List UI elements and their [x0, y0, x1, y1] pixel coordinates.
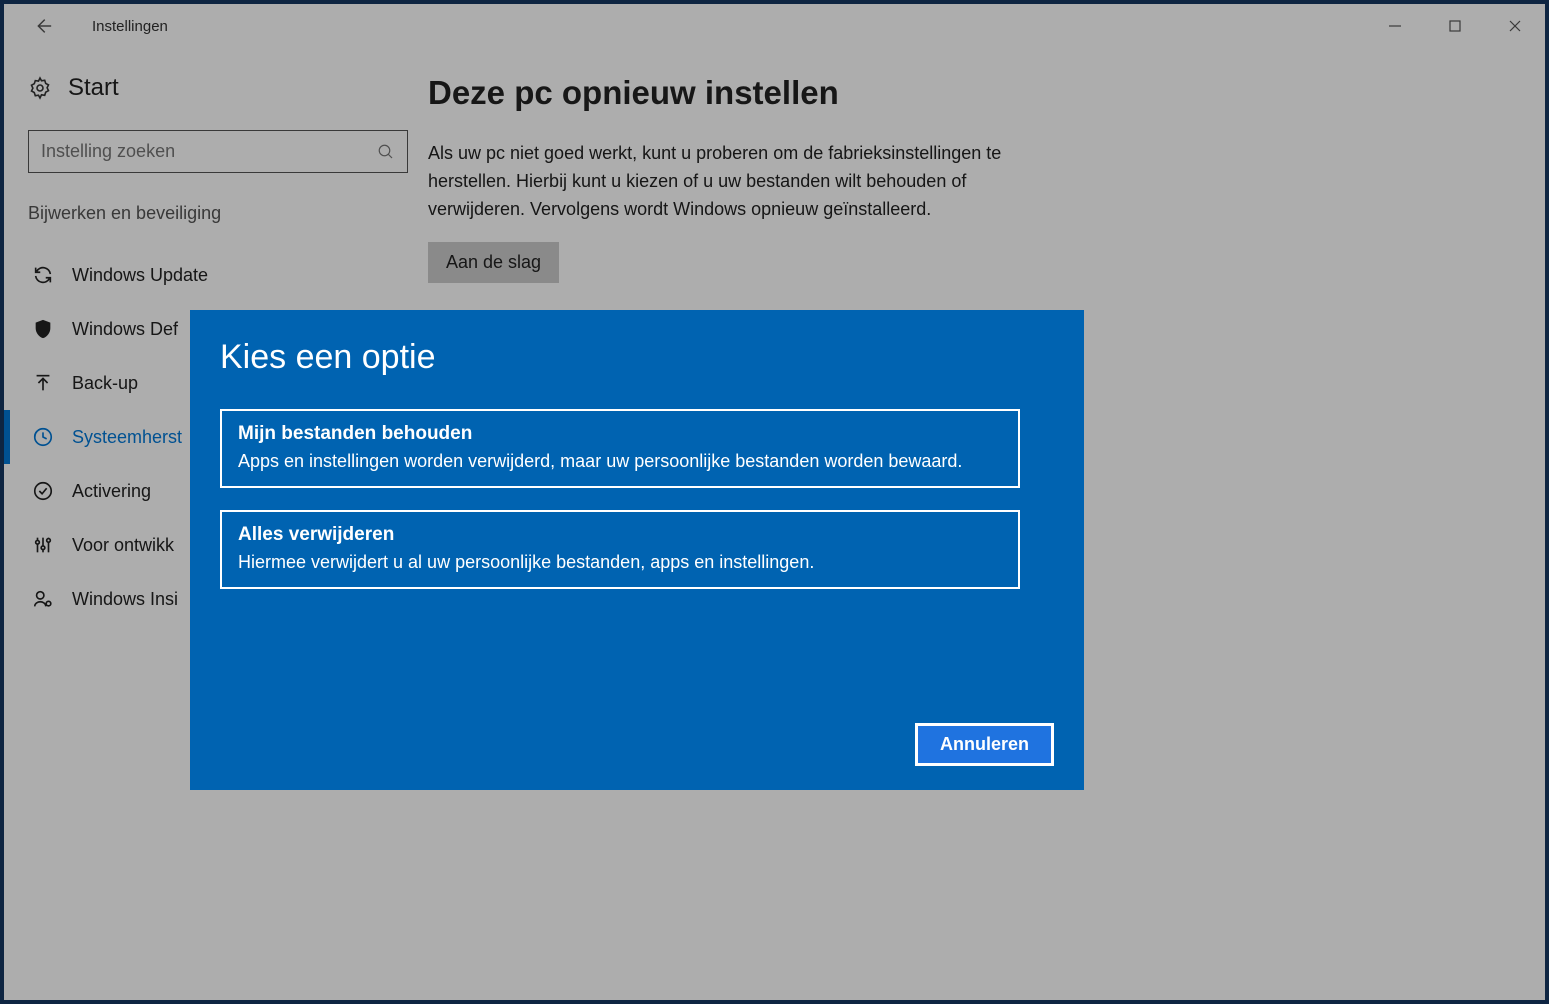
cancel-button[interactable]: Annuleren — [915, 723, 1054, 766]
option-keep-files[interactable]: Mijn bestanden behouden Apps en instelli… — [220, 409, 1020, 488]
dialog-footer: Annuleren — [220, 723, 1054, 766]
option-title: Mijn bestanden behouden — [238, 423, 1002, 445]
option-description: Hiermee verwijdert u al uw persoonlijke … — [238, 550, 1002, 575]
dialog-title: Kies een optie — [220, 338, 1054, 377]
option-title: Alles verwijderen — [238, 524, 1002, 546]
option-description: Apps en instellingen worden verwijderd, … — [238, 449, 1002, 474]
option-remove-everything[interactable]: Alles verwijderen Hiermee verwijdert u a… — [220, 510, 1020, 589]
choose-option-dialog: Kies een optie Mijn bestanden behouden A… — [190, 310, 1084, 790]
